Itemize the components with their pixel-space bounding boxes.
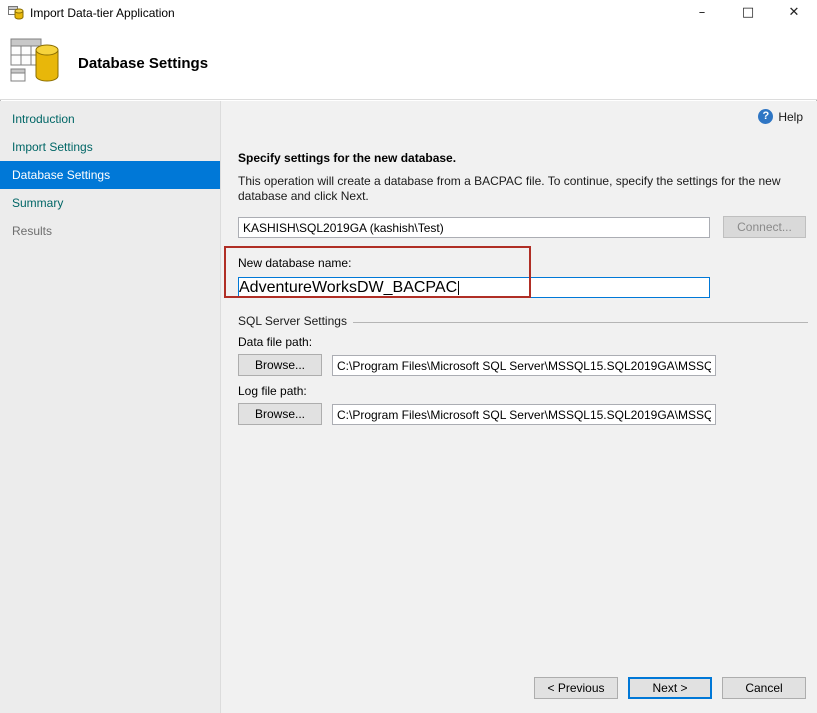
app-icon [8,5,24,21]
page-description: This operation will create a database fr… [238,174,800,204]
sidebar-item-summary[interactable]: Summary [0,189,220,217]
sidebar-item-database-settings[interactable]: Database Settings [0,161,220,189]
database-settings-icon [10,38,64,91]
page-title: Database Settings [78,55,208,72]
window-controls: – □ ✕ [679,0,817,26]
data-file-browse-button[interactable]: Browse... [238,354,322,376]
text-caret [458,281,459,295]
server-name-input[interactable] [238,217,710,238]
sql-server-settings-label: SQL Server Settings [238,314,347,328]
maximize-button[interactable]: □ [725,0,771,26]
log-file-browse-button[interactable]: Browse... [238,403,322,425]
help-icon: ? [758,109,773,124]
minimize-button[interactable]: – [679,0,725,26]
title-bar: Import Data-tier Application – □ ✕ [0,0,817,26]
new-database-name-label: New database name: [238,256,351,270]
main-panel: ? Help Specify settings for the new data… [220,101,817,713]
previous-button[interactable]: < Previous [534,677,618,699]
sql-server-settings-group: SQL Server Settings [238,314,808,328]
connect-button: Connect... [723,216,806,238]
data-file-path-input[interactable] [332,355,716,376]
help-label: Help [778,110,803,124]
data-file-path-label: Data file path: [238,335,312,349]
wizard-steps-sidebar: Introduction Import Settings Database Se… [0,101,220,713]
sidebar-item-import-settings[interactable]: Import Settings [0,133,220,161]
sidebar-item-introduction[interactable]: Introduction [0,105,220,133]
close-button[interactable]: ✕ [771,0,817,26]
import-data-tier-application-window: Import Data-tier Application – □ ✕ Datab… [0,0,817,713]
next-button[interactable]: Next > [628,677,712,699]
group-divider-line [353,322,808,323]
cancel-button[interactable]: Cancel [722,677,806,699]
log-file-path-label: Log file path: [238,384,307,398]
new-database-name-value: AdventureWorksDW_BACPAC [239,279,457,297]
sidebar-item-results: Results [0,217,220,245]
log-file-path-input[interactable] [332,404,716,425]
page-heading: Specify settings for the new database. [238,151,456,165]
new-database-name-input[interactable]: AdventureWorksDW_BACPAC [238,277,710,298]
help-link[interactable]: ? Help [758,109,803,124]
window-title: Import Data-tier Application [30,6,175,20]
wizard-header: Database Settings [0,26,817,100]
wizard-footer-buttons: < Previous Next > Cancel [534,677,806,699]
